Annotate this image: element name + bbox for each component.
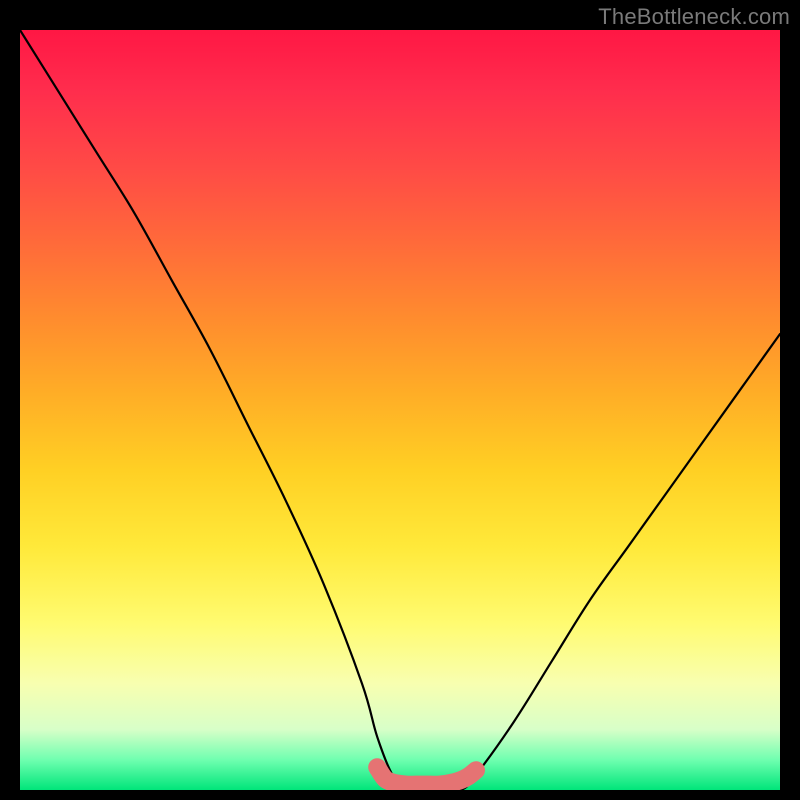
minimum-bump	[377, 767, 476, 785]
bottleneck-curve	[20, 30, 780, 790]
watermark-label: TheBottleneck.com	[598, 4, 790, 30]
chart-svg	[20, 30, 780, 790]
plot-area	[20, 30, 780, 790]
chart-frame: TheBottleneck.com	[0, 0, 800, 800]
